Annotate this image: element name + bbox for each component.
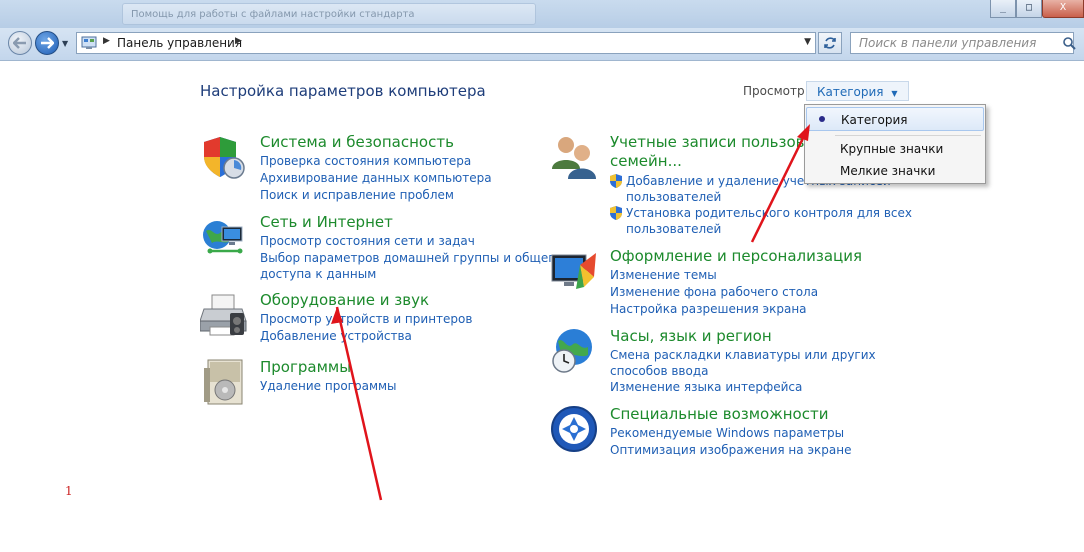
link-optimize-display[interactable]: Оптимизация изображения на экране: [610, 442, 851, 459]
view-mode-menu: Категория Крупные значки Мелкие значки: [804, 104, 986, 184]
category-title[interactable]: Оборудование и звук: [260, 291, 429, 309]
annotation-page-number: 1: [65, 484, 73, 498]
link-backup[interactable]: Архивирование данных компьютера: [260, 170, 492, 187]
arrow-right-icon: [41, 37, 54, 49]
chevron-down-icon: ▼: [891, 89, 898, 98]
maximize-button[interactable]: □: [1016, 0, 1042, 18]
link-screen-resolution[interactable]: Настройка разрешения экрана: [610, 301, 818, 318]
category-appearance: Оформление и персонализация Изменение те…: [550, 247, 890, 317]
forward-button[interactable]: [35, 31, 59, 55]
background-window-title: Помощь для работы с файлами настройки ст…: [122, 3, 536, 25]
link-display-language[interactable]: Изменение языка интерфейса: [610, 379, 876, 396]
uac-shield-icon: [610, 206, 622, 220]
link-check-status[interactable]: Проверка состояния компьютера: [260, 153, 492, 170]
link-parental-controls-line1: Установка родительского контроля для все…: [626, 206, 912, 220]
back-button[interactable]: [8, 31, 32, 55]
display-icon: [551, 253, 596, 289]
link-homegroup-line1: Выбор параметров домашней группы и общег…: [260, 251, 562, 265]
view-label: Просмотр:: [743, 84, 809, 98]
category-title[interactable]: Система и безопасность: [260, 133, 454, 151]
link-keyboard-layout-line1: Смена раскладки клавиатуры или других: [610, 348, 876, 362]
address-bar[interactable]: ▶ Панель управления ▶ ▼: [76, 32, 816, 54]
category-title[interactable]: Сеть и Интернет: [260, 213, 393, 231]
uac-shield-icon: [610, 174, 622, 188]
radio-dot-icon: [819, 116, 825, 122]
category-accessibility: Специальные возможности Рекомендуемые Wi…: [550, 405, 890, 465]
accessibility-icon: [551, 406, 597, 452]
arrow-left-icon: [13, 37, 26, 49]
category-title[interactable]: Оформление и персонализация: [610, 247, 862, 265]
link-add-remove-accounts-line2: пользователей: [626, 190, 722, 204]
menu-item-small-icons[interactable]: Мелкие значки: [806, 159, 984, 183]
link-devices-printers[interactable]: Просмотр устройств и принтеров: [260, 311, 472, 328]
window-controls: _ □ X: [990, 0, 1084, 18]
category-system-security: Система и безопасность Проверка состояни…: [200, 133, 540, 203]
link-troubleshoot[interactable]: Поиск и исправление проблем: [260, 187, 492, 204]
printer-icon: [200, 294, 247, 336]
navigation-toolbar: ▼ ▶ Панель управления ▶ ▼ Поиск в панели…: [0, 28, 1084, 61]
search-icon[interactable]: [1062, 36, 1076, 50]
network-icon: [203, 221, 243, 254]
link-parental-controls-line2: пользователей: [626, 222, 722, 236]
recent-pages-dropdown-icon[interactable]: ▼: [62, 39, 68, 48]
category-hardware-sound: Оборудование и звук Просмотр устройств и…: [200, 291, 540, 351]
link-uninstall-program[interactable]: Удаление программы: [260, 378, 397, 395]
link-homegroup[interactable]: Выбор параметров домашней группы и общег…: [260, 250, 562, 282]
shield-icon: [204, 137, 245, 179]
menu-item-label: Мелкие значки: [840, 164, 936, 178]
refresh-icon: [824, 37, 836, 49]
address-dropdown-icon[interactable]: ▼: [804, 37, 811, 47]
link-change-theme[interactable]: Изменение темы: [610, 267, 818, 284]
link-parental-controls[interactable]: Установка родительского контроля для все…: [610, 205, 912, 237]
category-network: Сеть и Интернет Просмотр состояния сети …: [200, 213, 562, 283]
users-icon: [552, 137, 596, 179]
search-input[interactable]: Поиск в панели управления: [850, 32, 1074, 54]
link-keyboard-layout[interactable]: Смена раскладки клавиатуры или других сп…: [610, 347, 876, 379]
view-mode-value: Категория: [817, 85, 884, 99]
control-panel-icon: [81, 36, 97, 49]
link-network-status[interactable]: Просмотр состояния сети и задач: [260, 233, 562, 250]
programs-icon: [204, 359, 243, 405]
menu-item-large-icons[interactable]: Крупные значки: [806, 137, 984, 161]
menu-item-category[interactable]: Категория: [806, 107, 984, 131]
link-keyboard-layout-line2: способов ввода: [610, 364, 709, 378]
category-clock-region: Часы, язык и регион Смена раскладки клав…: [550, 327, 890, 397]
link-recommended-settings[interactable]: Рекомендуемые Windows параметры: [610, 425, 851, 442]
menu-item-label: Крупные значки: [840, 142, 944, 156]
close-button[interactable]: X: [1042, 0, 1084, 18]
category-programs: Программы Удаление программы: [200, 358, 540, 408]
minimize-button[interactable]: _: [990, 0, 1016, 18]
category-title[interactable]: Специальные возможности: [610, 405, 828, 423]
window-titlebar: Помощь для работы с файлами настройки ст…: [0, 0, 1084, 28]
category-title[interactable]: Часы, язык и регион: [610, 327, 772, 345]
view-mode-dropdown[interactable]: Категория ▼: [806, 81, 909, 101]
category-title[interactable]: Программы: [260, 358, 351, 376]
link-desktop-background[interactable]: Изменение фона рабочего стола: [610, 284, 818, 301]
globe-clock-icon: [552, 329, 592, 373]
menu-separator: [835, 135, 981, 136]
link-add-device[interactable]: Добавление устройства: [260, 328, 472, 345]
refresh-button[interactable]: [818, 32, 842, 54]
link-homegroup-line2: доступа к данным: [260, 267, 377, 281]
breadcrumb-control-panel[interactable]: Панель управления: [117, 36, 242, 50]
category-title-line2: семейн...: [610, 152, 682, 170]
page-title: Настройка параметров компьютера: [200, 82, 486, 100]
breadcrumb-separator-icon[interactable]: ▶: [235, 36, 242, 46]
menu-item-label: Категория: [841, 113, 908, 127]
breadcrumb-separator-icon[interactable]: ▶: [103, 36, 110, 46]
